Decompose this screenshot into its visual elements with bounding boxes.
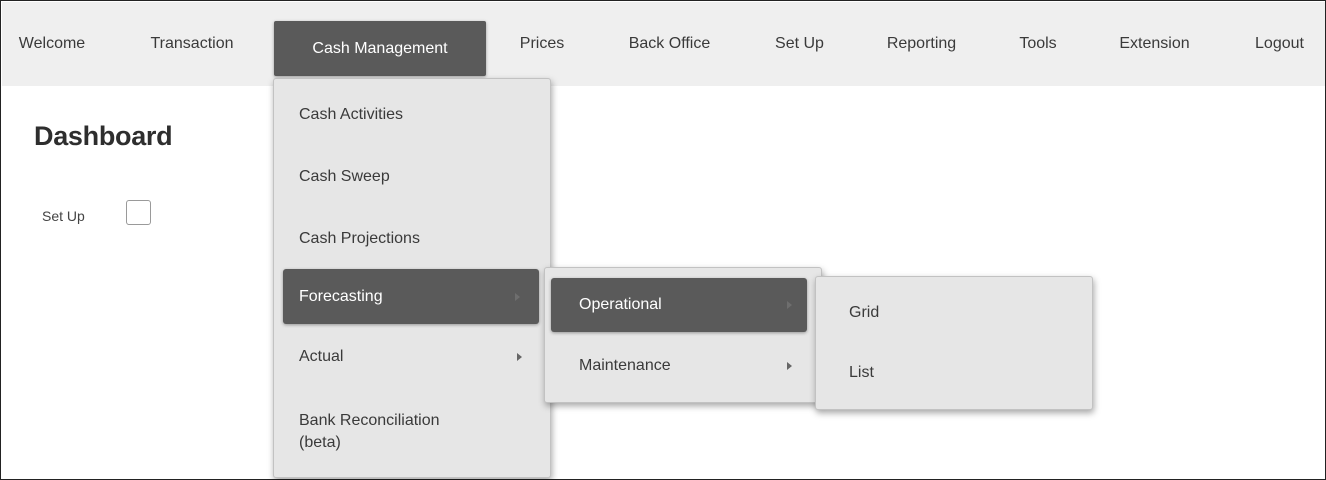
nav-logout[interactable]: Logout	[1237, 2, 1322, 86]
nav-tools[interactable]: Tools	[1002, 2, 1074, 86]
chevron-right-icon	[515, 292, 520, 301]
menu-item-label: List	[849, 364, 874, 381]
menu-item-label: Cash Sweep	[299, 168, 390, 185]
menu-item-label: Grid	[849, 304, 880, 321]
setup-checkbox[interactable]	[126, 200, 151, 225]
nav-welcome[interactable]: Welcome	[2, 2, 102, 86]
menu-item-actual[interactable]: Actual	[283, 331, 541, 383]
menu-item-label: Cash Activities	[299, 106, 404, 123]
chevron-right-icon	[787, 362, 792, 370]
nav-prices[interactable]: Prices	[502, 2, 582, 86]
nav-back-office[interactable]: Back Office	[607, 2, 732, 86]
menu-item-list[interactable]: List	[822, 347, 1078, 399]
page-title: Dashboard	[34, 121, 173, 151]
menu-item-label: Cash Projections	[299, 230, 420, 247]
menu-item-maintenance[interactable]: Maintenance	[551, 340, 807, 392]
menu-item-label: Forecasting	[299, 287, 383, 305]
cash-management-menu: Cash Activities Cash Sweep Cash Projecti…	[273, 78, 551, 478]
menu-item-operational[interactable]: Operational	[551, 278, 807, 332]
menu-item-label: Operational	[579, 296, 662, 313]
menu-item-cash-projections[interactable]: Cash Projections	[283, 213, 541, 265]
menu-item-cash-sweep[interactable]: Cash Sweep	[283, 151, 541, 203]
menu-item-label-suffix: (beta)	[299, 434, 341, 451]
menu-item-grid[interactable]: Grid	[822, 287, 1078, 339]
nav-extension[interactable]: Extension	[1097, 2, 1212, 86]
operational-submenu: Grid List	[815, 276, 1093, 410]
nav-reporting[interactable]: Reporting	[864, 2, 979, 86]
top-nav: Welcome Transaction Cash Management Pric…	[2, 2, 1325, 86]
chevron-right-icon	[517, 353, 522, 361]
app-frame: Welcome Transaction Cash Management Pric…	[0, 0, 1326, 480]
nav-cash-management[interactable]: Cash Management	[274, 21, 486, 76]
setup-label: Set Up	[42, 208, 85, 224]
chevron-right-icon	[787, 301, 792, 309]
menu-item-label: Actual	[299, 348, 344, 365]
menu-item-label: Maintenance	[579, 357, 671, 374]
menu-item-cash-activities[interactable]: Cash Activities	[283, 89, 541, 141]
menu-item-forecasting[interactable]: Forecasting	[283, 269, 539, 324]
menu-item-bank-reconciliation[interactable]: Bank Reconciliation (beta)	[283, 399, 541, 465]
menu-item-label: Bank Reconciliation	[299, 412, 440, 429]
forecasting-submenu: Operational Maintenance	[544, 267, 822, 403]
nav-transaction[interactable]: Transaction	[132, 2, 252, 86]
nav-set-up[interactable]: Set Up	[757, 2, 842, 86]
